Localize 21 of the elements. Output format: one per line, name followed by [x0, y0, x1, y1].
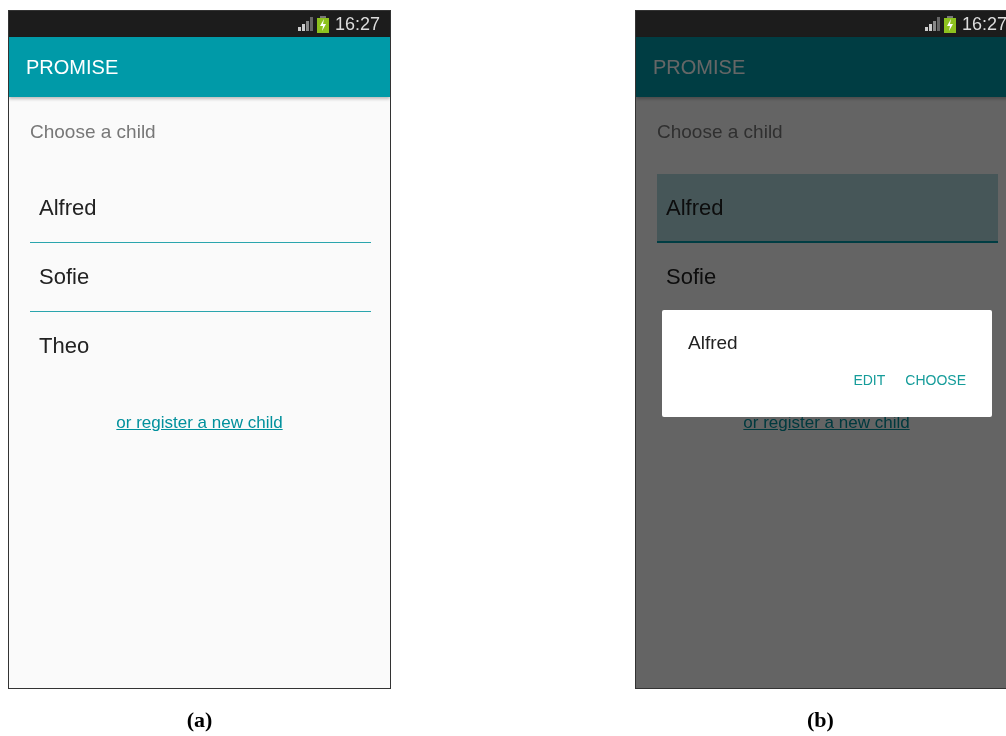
battery-charging-icon: [943, 15, 956, 33]
dialog-button[interactable]: EDIT: [853, 368, 886, 392]
signal-icon: [924, 17, 941, 31]
child-list-item[interactable]: Theo: [30, 312, 371, 381]
dialog-title: Alfred: [688, 332, 739, 354]
child-list-item[interactable]: Sofie: [30, 243, 371, 312]
battery-charging-icon: [316, 15, 329, 33]
register-link[interactable]: or register a new child: [116, 413, 283, 432]
child-list-item[interactable]: Sofie: [657, 243, 998, 312]
dialog-button[interactable]: CHOOSE: [905, 368, 966, 392]
status-time: 16:27: [334, 13, 380, 35]
register-link[interactable]: or register a new child: [743, 413, 910, 432]
child-list-item[interactable]: Alfred: [30, 174, 371, 243]
status-time: 16:27: [961, 13, 1006, 35]
prompt-text: Choose a child: [30, 121, 157, 143]
app-title: PROMISE: [26, 55, 119, 79]
child-list-item[interactable]: Alfred: [657, 174, 998, 243]
app-title: PROMISE: [653, 55, 746, 79]
figure-caption: (a): [186, 707, 213, 733]
signal-icon: [297, 17, 314, 31]
figure-caption: (b): [807, 707, 834, 733]
